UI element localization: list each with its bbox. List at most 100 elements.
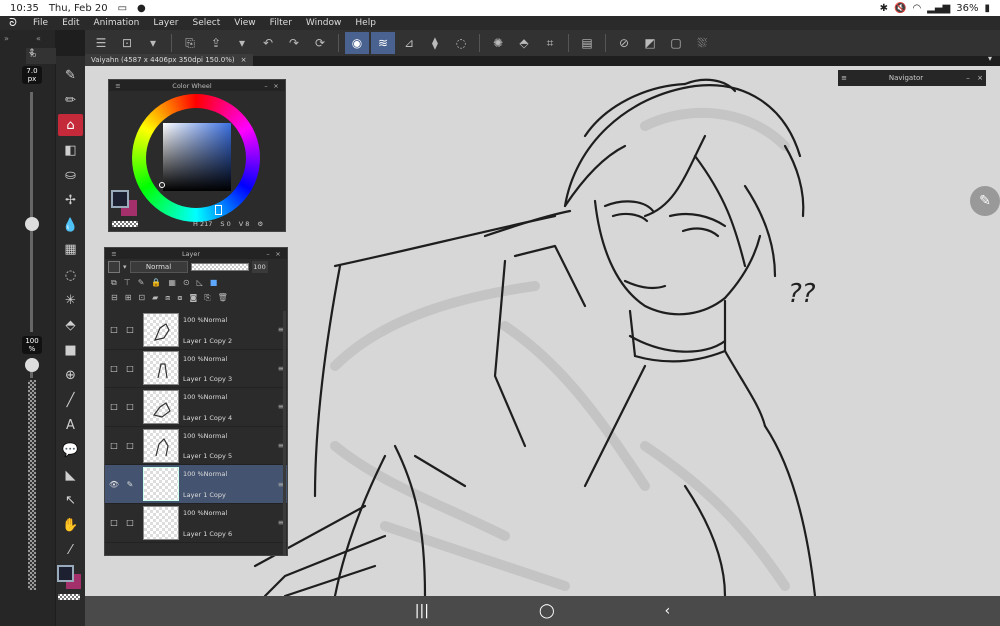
- draft-layer-icon[interactable]: ✎: [138, 278, 145, 287]
- export-icon[interactable]: ⇪: [204, 32, 228, 54]
- clear-selection-icon[interactable]: ⊘: [612, 32, 636, 54]
- layer-list-scrollbar[interactable]: [283, 311, 286, 555]
- dropdown-icon[interactable]: ▾: [230, 32, 254, 54]
- line-tool-icon[interactable]: ╱: [58, 389, 83, 411]
- invert-selection-icon[interactable]: ◩: [638, 32, 662, 54]
- edit-toggle[interactable]: □: [123, 441, 137, 450]
- layer-row[interactable]: □ □ 100 %Normal Layer 1 Copy 4 ≡: [105, 388, 287, 427]
- delete-layer-icon[interactable]: 🗑: [218, 293, 228, 302]
- brush-size-slider-track[interactable]: [30, 92, 33, 332]
- layer-row[interactable]: □ □ 100 %Normal Layer 1 Copy 3 ≡: [105, 350, 287, 389]
- rotate-icon[interactable]: ⟳: [308, 32, 332, 54]
- collapse-left-icon[interactable]: »: [4, 34, 9, 43]
- lasso-fill-icon[interactable]: ◌: [449, 32, 473, 54]
- operation-tool-icon[interactable]: ↖: [58, 489, 83, 511]
- visibility-toggle[interactable]: □: [105, 402, 123, 411]
- edit-toggle[interactable]: □: [123, 325, 137, 334]
- ruler-icon[interactable]: ◺: [197, 278, 203, 287]
- visibility-toggle[interactable]: □: [105, 325, 123, 334]
- app-logo-icon[interactable]: ᘐ: [0, 16, 26, 30]
- canvas-tab[interactable]: Vaiyahn (4587 x 4406px 350dpi 150.0%) ×: [85, 54, 253, 66]
- menu-hamburger-icon[interactable]: ☰: [89, 32, 113, 54]
- panel-grip-icon[interactable]: ≡: [113, 82, 123, 90]
- undo-icon[interactable]: ↶: [256, 32, 280, 54]
- layer-color-icon[interactable]: [108, 261, 120, 273]
- selection-border-icon[interactable]: ▢: [664, 32, 688, 54]
- minimize-icon[interactable]: –: [263, 250, 273, 258]
- brush-tool-icon[interactable]: ⌂: [58, 114, 83, 136]
- pencil-tool-icon[interactable]: ✏: [58, 89, 83, 111]
- brush-size-slider-knob[interactable]: [25, 217, 39, 231]
- brush-size-display[interactable]: 7.0 px: [22, 66, 42, 84]
- main-color-swatch[interactable]: [111, 190, 129, 208]
- eraser-tool-icon[interactable]: ◧: [58, 139, 83, 161]
- close-icon[interactable]: ×: [273, 250, 283, 258]
- edit-toggle[interactable]: □: [123, 518, 137, 527]
- pen-icon[interactable]: ✎: [123, 480, 137, 489]
- decoration-tool-icon[interactable]: ✢: [58, 189, 83, 211]
- clip-layer-icon[interactable]: ⧉: [111, 278, 117, 288]
- minimize-icon[interactable]: –: [962, 74, 974, 82]
- sliders-icon[interactable]: ⧫: [423, 32, 447, 54]
- brush-opacity-slider-knob[interactable]: [25, 358, 39, 372]
- settings-icon[interactable]: ⚙: [257, 220, 263, 228]
- collapse-right-icon[interactable]: «: [36, 34, 41, 43]
- chevron-down-icon[interactable]: ▾: [123, 263, 127, 271]
- layer-row[interactable]: □ □ 100 %Normal Layer 1 Copy 6 ≡: [105, 504, 287, 543]
- color-drops-icon[interactable]: ⛆: [690, 32, 714, 54]
- menu-help[interactable]: Help: [348, 18, 383, 28]
- recents-icon[interactable]: |||: [415, 603, 429, 619]
- layer-stack-icon[interactable]: ≋: [371, 32, 395, 54]
- balloon-tool-icon[interactable]: 💬: [58, 439, 83, 461]
- selection-icon[interactable]: ✺: [486, 32, 510, 54]
- ruler-tool-icon[interactable]: ◣: [58, 464, 83, 486]
- merge-down-icon[interactable]: ⧈: [165, 293, 170, 303]
- brush-opacity-display[interactable]: 100 %: [22, 336, 42, 354]
- lock-transparency-icon[interactable]: ▦: [168, 278, 176, 287]
- close-icon[interactable]: ×: [974, 74, 986, 82]
- home-icon[interactable]: ◯: [539, 603, 555, 619]
- frame-tool-icon[interactable]: ▦: [58, 238, 83, 260]
- pen-tool-icon[interactable]: ✎: [58, 64, 83, 86]
- menu-select[interactable]: Select: [185, 18, 227, 28]
- redo-icon[interactable]: ↷: [282, 32, 306, 54]
- new-canvas-icon[interactable]: ⊡: [115, 32, 139, 54]
- new-raster-layer-icon[interactable]: ⊞: [125, 293, 132, 302]
- dropdown-icon[interactable]: ▾: [141, 32, 165, 54]
- layer-opacity-value[interactable]: 100: [251, 261, 268, 273]
- blur-tool-icon[interactable]: 💧: [58, 214, 83, 236]
- canvas-tab-close-icon[interactable]: ×: [241, 56, 247, 64]
- panel-grip-icon[interactable]: ≡: [838, 74, 850, 82]
- visibility-toggle[interactable]: □: [105, 441, 123, 450]
- panel-grip-icon[interactable]: ≡: [109, 250, 119, 258]
- copy-layer-icon[interactable]: ⎘: [204, 293, 210, 303]
- new-folder-icon[interactable]: ▰: [152, 293, 158, 302]
- pen-edit-icon[interactable]: ✎: [970, 186, 1000, 216]
- sv-picker-knob[interactable]: [159, 182, 165, 188]
- text-tool-icon[interactable]: A: [58, 414, 83, 436]
- layer-color-swatch-icon[interactable]: ■: [210, 278, 218, 287]
- hand-tool-icon[interactable]: ✋: [58, 514, 83, 536]
- menu-filter[interactable]: Filter: [263, 18, 299, 28]
- visibility-toggle[interactable]: □: [105, 364, 123, 373]
- close-icon[interactable]: ×: [271, 82, 281, 90]
- edit-toggle[interactable]: □: [123, 364, 137, 373]
- magic-wand-tool-icon[interactable]: ✳: [58, 289, 83, 311]
- gradient-tool-icon[interactable]: ■: [58, 339, 83, 361]
- menu-window[interactable]: Window: [299, 18, 349, 28]
- transparent-color-swatch[interactable]: [58, 594, 80, 600]
- transparent-color-swatch[interactable]: [112, 221, 138, 227]
- material-icon[interactable]: ▤: [575, 32, 599, 54]
- main-color-swatch[interactable]: [57, 565, 74, 582]
- menu-layer[interactable]: Layer: [146, 18, 185, 28]
- layer-opacity-bar[interactable]: [190, 263, 249, 271]
- fill-icon[interactable]: ⬘: [512, 32, 536, 54]
- save-icon[interactable]: ⎘: [178, 32, 202, 54]
- layer-row[interactable]: □ □ 100 %Normal Layer 1 Copy 2 ≡: [105, 311, 287, 350]
- brush-size-adjust-icon[interactable]: ⇕: [28, 48, 36, 58]
- hue-picker-knob[interactable]: [215, 205, 222, 215]
- saturation-value-square[interactable]: [163, 123, 231, 191]
- crop-icon[interactable]: ⌗: [538, 32, 562, 54]
- visibility-toggle[interactable]: □: [105, 518, 123, 527]
- fill-tool-icon[interactable]: ⬘: [58, 314, 83, 336]
